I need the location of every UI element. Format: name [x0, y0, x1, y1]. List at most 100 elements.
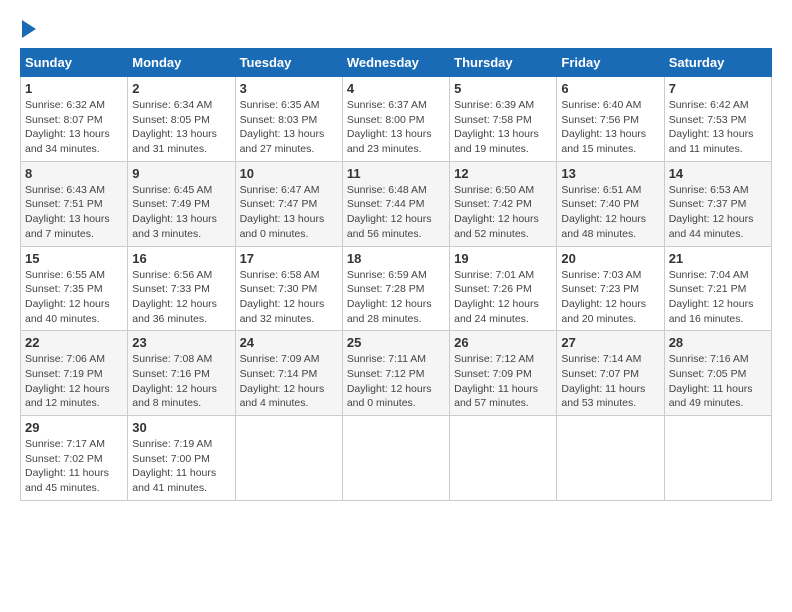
day-info: Sunrise: 7:08 AM Sunset: 7:16 PM Dayligh… [132, 352, 230, 411]
day-info: Sunrise: 6:39 AM Sunset: 7:58 PM Dayligh… [454, 98, 552, 157]
day-number: 30 [132, 420, 230, 435]
day-info: Sunrise: 6:53 AM Sunset: 7:37 PM Dayligh… [669, 183, 767, 242]
day-number: 26 [454, 335, 552, 350]
weekday-header-monday: Monday [128, 49, 235, 77]
calendar-cell [235, 416, 342, 501]
weekday-header-thursday: Thursday [450, 49, 557, 77]
day-number: 3 [240, 81, 338, 96]
day-info: Sunrise: 7:16 AM Sunset: 7:05 PM Dayligh… [669, 352, 767, 411]
calendar-table: SundayMondayTuesdayWednesdayThursdayFrid… [20, 48, 772, 501]
calendar-cell: 10 Sunrise: 6:47 AM Sunset: 7:47 PM Dayli… [235, 161, 342, 246]
day-number: 16 [132, 251, 230, 266]
day-number: 2 [132, 81, 230, 96]
day-number: 9 [132, 166, 230, 181]
calendar-cell: 29 Sunrise: 7:17 AM Sunset: 7:02 PM Dayli… [21, 416, 128, 501]
calendar-cell: 26 Sunrise: 7:12 AM Sunset: 7:09 PM Dayli… [450, 331, 557, 416]
day-info: Sunrise: 7:03 AM Sunset: 7:23 PM Dayligh… [561, 268, 659, 327]
calendar-cell: 13Sunrise: 6:51 AM Sunset: 7:40 PM Dayli… [557, 161, 664, 246]
day-number: 4 [347, 81, 445, 96]
day-number: 25 [347, 335, 445, 350]
day-number: 7 [669, 81, 767, 96]
logo [20, 20, 36, 38]
calendar-cell: 14 Sunrise: 6:53 AM Sunset: 7:37 PM Dayli… [664, 161, 771, 246]
calendar-cell: 30 Sunrise: 7:19 AM Sunset: 7:00 PM Dayli… [128, 416, 235, 501]
day-number: 24 [240, 335, 338, 350]
weekday-header-saturday: Saturday [664, 49, 771, 77]
weekday-header-friday: Friday [557, 49, 664, 77]
logo-blue-text [20, 20, 36, 38]
day-number: 17 [240, 251, 338, 266]
calendar-cell: 5 Sunrise: 6:39 AM Sunset: 7:58 PM Daylig… [450, 77, 557, 162]
day-number: 18 [347, 251, 445, 266]
day-info: Sunrise: 6:56 AM Sunset: 7:33 PM Dayligh… [132, 268, 230, 327]
calendar-cell: 6 Sunrise: 6:40 AM Sunset: 7:56 PM Daylig… [557, 77, 664, 162]
calendar-cell: 3Sunrise: 6:35 AM Sunset: 8:03 PM Daylig… [235, 77, 342, 162]
calendar-cell: 21 Sunrise: 7:04 AM Sunset: 7:21 PM Dayli… [664, 246, 771, 331]
day-info: Sunrise: 6:58 AM Sunset: 7:30 PM Dayligh… [240, 268, 338, 327]
calendar-cell: 25 Sunrise: 7:11 AM Sunset: 7:12 PM Dayli… [342, 331, 449, 416]
day-number: 1 [25, 81, 123, 96]
day-info: Sunrise: 6:55 AM Sunset: 7:35 PM Dayligh… [25, 268, 123, 327]
calendar-cell: 20Sunrise: 7:03 AM Sunset: 7:23 PM Dayli… [557, 246, 664, 331]
calendar-cell: 7 Sunrise: 6:42 AM Sunset: 7:53 PM Daylig… [664, 77, 771, 162]
day-info: Sunrise: 7:17 AM Sunset: 7:02 PM Dayligh… [25, 437, 123, 496]
calendar-week-row: 8 Sunrise: 6:43 AM Sunset: 7:51 PM Daylig… [21, 161, 772, 246]
day-info: Sunrise: 6:59 AM Sunset: 7:28 PM Dayligh… [347, 268, 445, 327]
day-number: 10 [240, 166, 338, 181]
day-info: Sunrise: 6:50 AM Sunset: 7:42 PM Dayligh… [454, 183, 552, 242]
calendar-cell: 27 Sunrise: 7:14 AM Sunset: 7:07 PM Dayli… [557, 331, 664, 416]
day-info: Sunrise: 6:48 AM Sunset: 7:44 PM Dayligh… [347, 183, 445, 242]
weekday-header-tuesday: Tuesday [235, 49, 342, 77]
page-header [20, 20, 772, 38]
day-info: Sunrise: 6:43 AM Sunset: 7:51 PM Dayligh… [25, 183, 123, 242]
day-info: Sunrise: 6:47 AM Sunset: 7:47 PM Dayligh… [240, 183, 338, 242]
day-number: 8 [25, 166, 123, 181]
day-info: Sunrise: 7:06 AM Sunset: 7:19 PM Dayligh… [25, 352, 123, 411]
day-info: Sunrise: 7:14 AM Sunset: 7:07 PM Dayligh… [561, 352, 659, 411]
day-number: 19 [454, 251, 552, 266]
day-info: Sunrise: 6:37 AM Sunset: 8:00 PM Dayligh… [347, 98, 445, 157]
calendar-cell: 19 Sunrise: 7:01 AM Sunset: 7:26 PM Dayli… [450, 246, 557, 331]
calendar-week-row: 22Sunrise: 7:06 AM Sunset: 7:19 PM Dayli… [21, 331, 772, 416]
calendar-cell: 24Sunrise: 7:09 AM Sunset: 7:14 PM Dayli… [235, 331, 342, 416]
day-number: 21 [669, 251, 767, 266]
calendar-cell [557, 416, 664, 501]
day-number: 6 [561, 81, 659, 96]
calendar-cell: 8 Sunrise: 6:43 AM Sunset: 7:51 PM Daylig… [21, 161, 128, 246]
day-number: 12 [454, 166, 552, 181]
calendar-cell: 16 Sunrise: 6:56 AM Sunset: 7:33 PM Dayli… [128, 246, 235, 331]
day-info: Sunrise: 6:40 AM Sunset: 7:56 PM Dayligh… [561, 98, 659, 157]
calendar-cell [450, 416, 557, 501]
calendar-cell: 22Sunrise: 7:06 AM Sunset: 7:19 PM Dayli… [21, 331, 128, 416]
day-info: Sunrise: 6:32 AM Sunset: 8:07 PM Dayligh… [25, 98, 123, 157]
calendar-week-row: 15 Sunrise: 6:55 AM Sunset: 7:35 PM Dayli… [21, 246, 772, 331]
calendar-cell: 23 Sunrise: 7:08 AM Sunset: 7:16 PM Dayli… [128, 331, 235, 416]
day-number: 27 [561, 335, 659, 350]
day-number: 5 [454, 81, 552, 96]
day-number: 14 [669, 166, 767, 181]
calendar-cell [342, 416, 449, 501]
day-number: 11 [347, 166, 445, 181]
day-number: 28 [669, 335, 767, 350]
calendar-cell [664, 416, 771, 501]
day-number: 13 [561, 166, 659, 181]
day-info: Sunrise: 7:04 AM Sunset: 7:21 PM Dayligh… [669, 268, 767, 327]
calendar-cell: 15 Sunrise: 6:55 AM Sunset: 7:35 PM Dayli… [21, 246, 128, 331]
calendar-header-row: SundayMondayTuesdayWednesdayThursdayFrid… [21, 49, 772, 77]
calendar-cell: 4 Sunrise: 6:37 AM Sunset: 8:00 PM Daylig… [342, 77, 449, 162]
day-info: Sunrise: 6:42 AM Sunset: 7:53 PM Dayligh… [669, 98, 767, 157]
calendar-week-row: 1 Sunrise: 6:32 AM Sunset: 8:07 PM Daylig… [21, 77, 772, 162]
day-info: Sunrise: 6:45 AM Sunset: 7:49 PM Dayligh… [132, 183, 230, 242]
day-number: 23 [132, 335, 230, 350]
day-info: Sunrise: 7:01 AM Sunset: 7:26 PM Dayligh… [454, 268, 552, 327]
day-number: 15 [25, 251, 123, 266]
calendar-cell: 28 Sunrise: 7:16 AM Sunset: 7:05 PM Dayli… [664, 331, 771, 416]
day-info: Sunrise: 7:12 AM Sunset: 7:09 PM Dayligh… [454, 352, 552, 411]
calendar-cell: 2Sunrise: 6:34 AM Sunset: 8:05 PM Daylig… [128, 77, 235, 162]
day-info: Sunrise: 7:11 AM Sunset: 7:12 PM Dayligh… [347, 352, 445, 411]
day-info: Sunrise: 7:19 AM Sunset: 7:00 PM Dayligh… [132, 437, 230, 496]
calendar-cell: 18 Sunrise: 6:59 AM Sunset: 7:28 PM Dayli… [342, 246, 449, 331]
calendar-week-row: 29 Sunrise: 7:17 AM Sunset: 7:02 PM Dayli… [21, 416, 772, 501]
calendar-cell: 17 Sunrise: 6:58 AM Sunset: 7:30 PM Dayli… [235, 246, 342, 331]
day-number: 29 [25, 420, 123, 435]
